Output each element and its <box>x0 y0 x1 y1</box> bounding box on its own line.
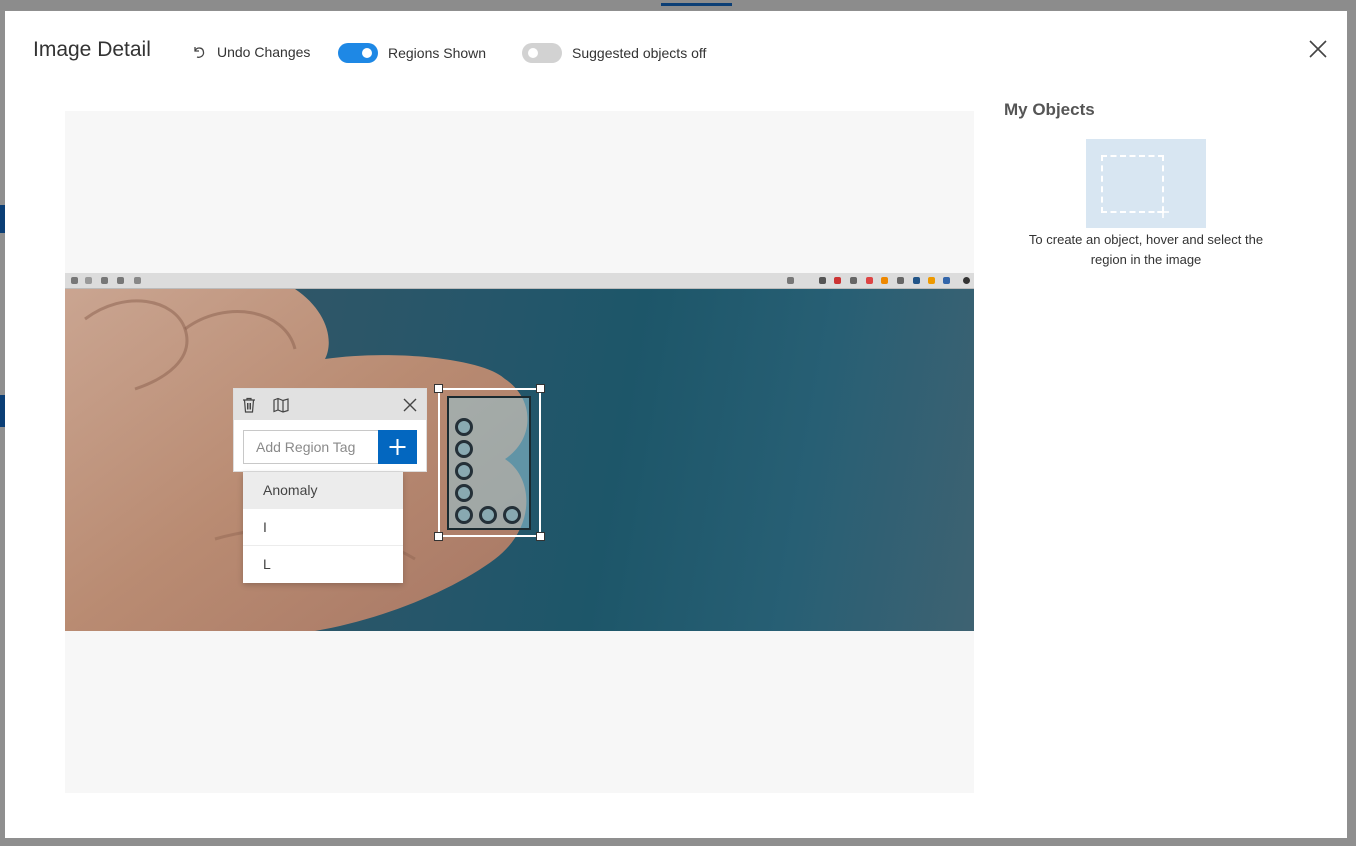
regions-shown-toggle[interactable]: Regions Shown <box>338 43 486 63</box>
regions-toggle-label: Regions Shown <box>388 45 487 61</box>
modal-title: Image Detail <box>33 38 151 61</box>
background-active-tab-indicator <box>661 3 732 6</box>
resize-handle-bottom-left[interactable] <box>434 532 443 541</box>
undo-changes-label: Undo Changes <box>217 44 311 60</box>
resize-handle-top-left[interactable] <box>434 384 443 393</box>
my-objects-hint: To create an object, hover and select th… <box>1028 232 1264 267</box>
region-tag-panel-header <box>234 389 426 420</box>
trash-icon[interactable] <box>240 396 258 414</box>
resize-handle-bottom-right[interactable] <box>536 532 545 541</box>
dashed-region-placeholder <box>1101 155 1164 213</box>
region-tag-input[interactable] <box>243 430 379 464</box>
suggested-toggle-switch[interactable] <box>522 43 562 63</box>
tag-option-i[interactable]: I <box>243 509 403 546</box>
image-detail-modal: Image Detail Undo Changes Regions Shown … <box>5 11 1347 838</box>
image-canvas[interactable]: Anomaly I L <box>65 111 974 793</box>
undo-changes-button[interactable]: Undo Changes <box>191 44 310 60</box>
close-icon[interactable] <box>1308 39 1328 59</box>
tag-option-l[interactable]: L <box>243 546 403 583</box>
undo-icon <box>194 47 205 58</box>
close-icon[interactable] <box>401 396 419 414</box>
add-region-tag-button[interactable] <box>378 430 417 464</box>
plus-icon <box>1157 206 1169 218</box>
map-icon[interactable] <box>272 396 290 414</box>
plus-icon <box>389 439 406 455</box>
selected-region-box[interactable] <box>434 384 545 541</box>
regions-toggle-switch[interactable] <box>338 43 378 63</box>
photo-browser-bar <box>65 273 974 289</box>
resize-handle-top-right[interactable] <box>536 384 545 393</box>
region-tag-panel <box>233 388 427 472</box>
tag-option-anomaly[interactable]: Anomaly <box>243 472 403 509</box>
region-object <box>447 396 531 530</box>
create-object-card[interactable] <box>1086 139 1206 228</box>
region-tag-suggestions: Anomaly I L <box>243 472 403 583</box>
suggested-objects-toggle[interactable]: Suggested objects off <box>522 43 706 63</box>
suggested-toggle-label: Suggested objects off <box>572 45 707 61</box>
my-objects-title: My Objects <box>1004 100 1095 119</box>
